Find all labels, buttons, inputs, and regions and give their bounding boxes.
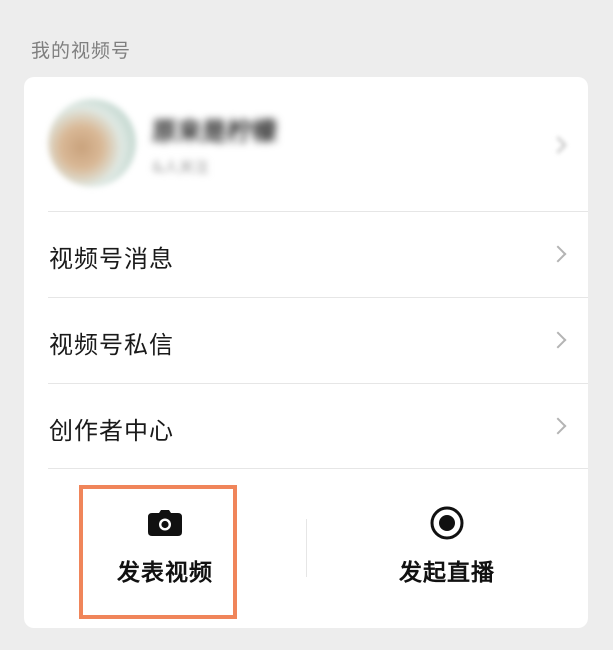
profile-row[interactable]: 原来是柠檬 &人关注	[24, 77, 588, 211]
menu-item-creator-center[interactable]: 创作者中心	[24, 383, 588, 469]
menu-item-channel-messages[interactable]: 视频号消息	[24, 211, 588, 297]
highlight-box	[79, 485, 237, 619]
avatar	[48, 99, 136, 187]
chevron-right-icon	[549, 417, 567, 435]
chevron-right-icon	[549, 245, 567, 263]
menu-item-label: 视频号消息	[49, 245, 174, 273]
chevron-right-icon	[549, 136, 567, 154]
menu-item-channel-private-messages[interactable]: 视频号私信	[24, 297, 588, 383]
profile-name: 原来是柠檬	[152, 117, 278, 146]
section-title: 我的视频号	[31, 40, 132, 62]
start-live-button[interactable]: 发起直播	[306, 469, 588, 628]
profile-subtitle: &人关注	[152, 158, 209, 176]
chevron-right-icon	[549, 331, 567, 349]
start-live-label: 发起直播	[399, 560, 495, 586]
menu-item-label: 创作者中心	[49, 417, 174, 445]
menu-item-label: 视频号私信	[49, 331, 174, 359]
record-icon	[430, 506, 464, 544]
